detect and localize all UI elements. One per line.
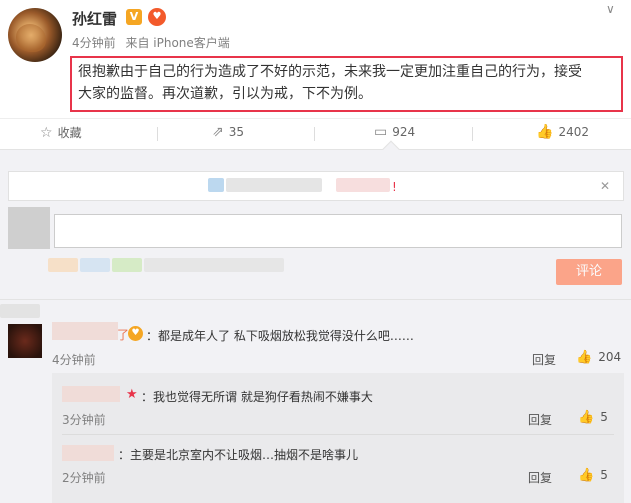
star-badge-icon: ★	[126, 387, 138, 402]
notice-mark: !	[392, 180, 397, 194]
reply-button[interactable]: 回复	[528, 469, 552, 486]
comment-count: 924	[392, 125, 416, 139]
reply-author-blur[interactable]	[62, 445, 114, 461]
thumbs-up-icon: 👍	[578, 468, 595, 483]
blurred-text	[208, 178, 224, 192]
emoji-toolbar-blur[interactable]	[48, 258, 78, 272]
repost-icon: ⇗	[212, 124, 224, 140]
repost-count: 35	[228, 125, 245, 139]
image-toolbar-blur[interactable]	[80, 258, 110, 272]
reply-like-button[interactable]: 👍 5	[578, 410, 608, 425]
topic-toolbar-blur[interactable]	[112, 258, 142, 272]
divider	[314, 127, 315, 141]
submit-comment-button[interactable]: 评论	[556, 259, 622, 285]
thumbs-up-icon: 👍	[578, 410, 595, 425]
comment-input[interactable]	[54, 214, 622, 248]
commenter-name-blur[interactable]	[52, 322, 118, 340]
verified-badge: V	[126, 9, 142, 25]
post-time[interactable]: 4分钟前	[72, 36, 116, 50]
post-text-line1: 很抱歉由于自己的行为造成了不好的示范，未来我一定更加注重自己的行为，接受	[78, 64, 582, 80]
repost-option-blur[interactable]	[144, 258, 284, 272]
reply-button[interactable]: 回复	[528, 411, 552, 428]
post-text-line2: 大家的监督。再次道歉，引以为戒，下不为例。	[78, 86, 372, 102]
reply-text: ：主要是北京室内不让吸烟…抽烟不是啥事儿	[118, 448, 359, 462]
reply-time: 2分钟前	[62, 471, 106, 485]
blurred-text	[0, 304, 40, 318]
repost-button[interactable]: ⇗ 35	[212, 124, 244, 140]
comment-icon: ▭	[374, 124, 388, 140]
commenter-avatar[interactable]	[8, 324, 42, 358]
divider	[157, 127, 158, 141]
member-badge-icon: ♥	[128, 326, 143, 341]
comment-text: ：都是成年人了 私下吸烟放松我觉得没什么吧……	[146, 329, 414, 343]
author-name[interactable]: 孙红雷	[72, 8, 117, 29]
my-avatar	[8, 207, 50, 249]
comment-button[interactable]: ▭ 924	[374, 124, 415, 140]
reply-time: 3分钟前	[62, 413, 106, 427]
post-meta: 4分钟前 来自 iPhone客户端	[72, 34, 236, 51]
reply-text: ：我也觉得无所谓 就是狗仔看热闹不嫌事大	[141, 390, 373, 404]
reply-like-count: 5	[600, 468, 608, 482]
thumbs-up-icon: 👍	[576, 350, 593, 365]
like-count: 2402	[558, 125, 589, 139]
star-icon: ☆	[40, 125, 53, 141]
favorite-label: 收藏	[57, 126, 82, 140]
author-avatar[interactable]	[8, 8, 62, 62]
chevron-down-icon[interactable]: ∨	[606, 2, 615, 16]
heart-member-icon: ♥	[148, 8, 166, 26]
comment-like-button[interactable]: 👍 204	[576, 350, 621, 365]
divider	[62, 434, 614, 435]
divider	[0, 299, 631, 300]
divider	[472, 127, 473, 141]
post-source: 来自 iPhone客户端	[125, 36, 230, 50]
like-button[interactable]: 👍 2402	[536, 124, 589, 140]
blurred-text	[336, 178, 390, 192]
reply-button[interactable]: 回复	[532, 351, 556, 368]
favorite-button[interactable]: ☆ 收藏	[40, 124, 82, 141]
reply-like-count: 5	[600, 410, 608, 424]
thumbs-up-icon: 👍	[536, 124, 554, 140]
action-bar: ☆ 收藏 ⇗ 35 ▭ 924 👍 2402	[0, 118, 631, 146]
comment-time: 4分钟前	[52, 353, 96, 367]
post-text: 很抱歉由于自己的行为造成了不好的示范，未来我一定更加注重自己的行为，接受 大家的…	[70, 56, 623, 112]
blurred-text	[226, 178, 322, 192]
comment-like-count: 204	[598, 350, 622, 364]
reply-author-blur[interactable]	[62, 386, 120, 402]
close-icon[interactable]: ✕	[600, 179, 610, 193]
reply-like-button[interactable]: 👍 5	[578, 468, 608, 483]
